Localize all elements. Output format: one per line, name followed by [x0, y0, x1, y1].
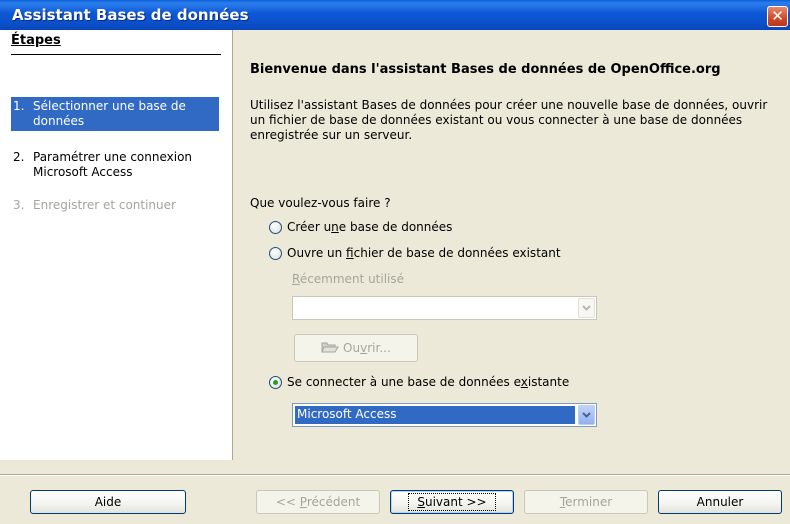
step-label: Enregistrer et continuer [33, 198, 176, 212]
window-title: Assistant Bases de données [12, 6, 249, 24]
radio-connect-existing[interactable]: Se connecter à une base de données exist… [269, 375, 569, 389]
radio-label: Se connecter à une base de données exist… [287, 375, 570, 389]
step-save-continue: 3. Enregistrer et continuer [11, 196, 219, 215]
question-label: Que voulez-vous faire ? [250, 196, 391, 210]
radio-create-database[interactable]: Créer une base de données [269, 220, 452, 234]
step-number: 3. [13, 198, 25, 212]
radio-button[interactable] [269, 246, 282, 260]
cancel-button-label: Annuler [696, 495, 744, 509]
chevron-down-icon [578, 298, 595, 318]
previous-button: << Précédent [256, 490, 380, 514]
step-label: Sélectionner une base de données [33, 99, 186, 128]
radio-button[interactable] [269, 375, 282, 389]
next-button[interactable]: Suivant >> [390, 490, 514, 514]
intro-text: Utilisez l'assistant Bases de données po… [250, 98, 768, 142]
radio-button[interactable] [269, 220, 282, 234]
open-button-label: Ouvrir... [343, 341, 391, 355]
finish-button: Terminer [524, 490, 648, 514]
database-type-dropdown[interactable]: Microsoft Access [292, 403, 597, 427]
step-number: 1. [13, 99, 25, 113]
help-button-label: Aide [94, 495, 122, 509]
radio-open-file[interactable]: Ouvre un fichier de base de données exis… [269, 246, 561, 260]
steps-panel [0, 30, 233, 460]
radio-label: Ouvre un fichier de base de données exis… [287, 246, 561, 260]
close-icon: ✕ [771, 7, 784, 25]
footer-divider-highlight [0, 475, 790, 476]
step-select-database[interactable]: 1. Sélectionner une base de données [11, 97, 219, 131]
steps-divider [11, 54, 221, 55]
recent-files-dropdown [292, 296, 597, 320]
next-button-label: Suivant >> [408, 493, 496, 511]
database-type-value: Microsoft Access [295, 406, 575, 424]
title-bar: Assistant Bases de données ✕ [0, 0, 790, 30]
folder-open-icon [321, 342, 340, 353]
cancel-button[interactable]: Annuler [658, 490, 782, 514]
step-label: Paramétrer une connexion Microsoft Acces… [33, 150, 193, 179]
finish-button-label: Terminer [559, 495, 613, 509]
page-title: Bienvenue dans l'assistant Bases de donn… [250, 62, 721, 77]
close-button[interactable]: ✕ [767, 6, 788, 27]
previous-button-label: << Précédent [275, 495, 361, 509]
chevron-down-icon[interactable] [578, 405, 595, 425]
steps-heading: Étapes [11, 33, 61, 48]
open-button: Ouvrir... [294, 334, 418, 362]
radio-label: Créer une base de données [287, 220, 453, 234]
recent-label: Récemment utilisé [292, 272, 405, 286]
step-number: 2. [13, 150, 25, 164]
step-setup-connection[interactable]: 2. Paramétrer une connexion Microsoft Ac… [11, 148, 219, 182]
help-button[interactable]: Aide [30, 490, 186, 514]
